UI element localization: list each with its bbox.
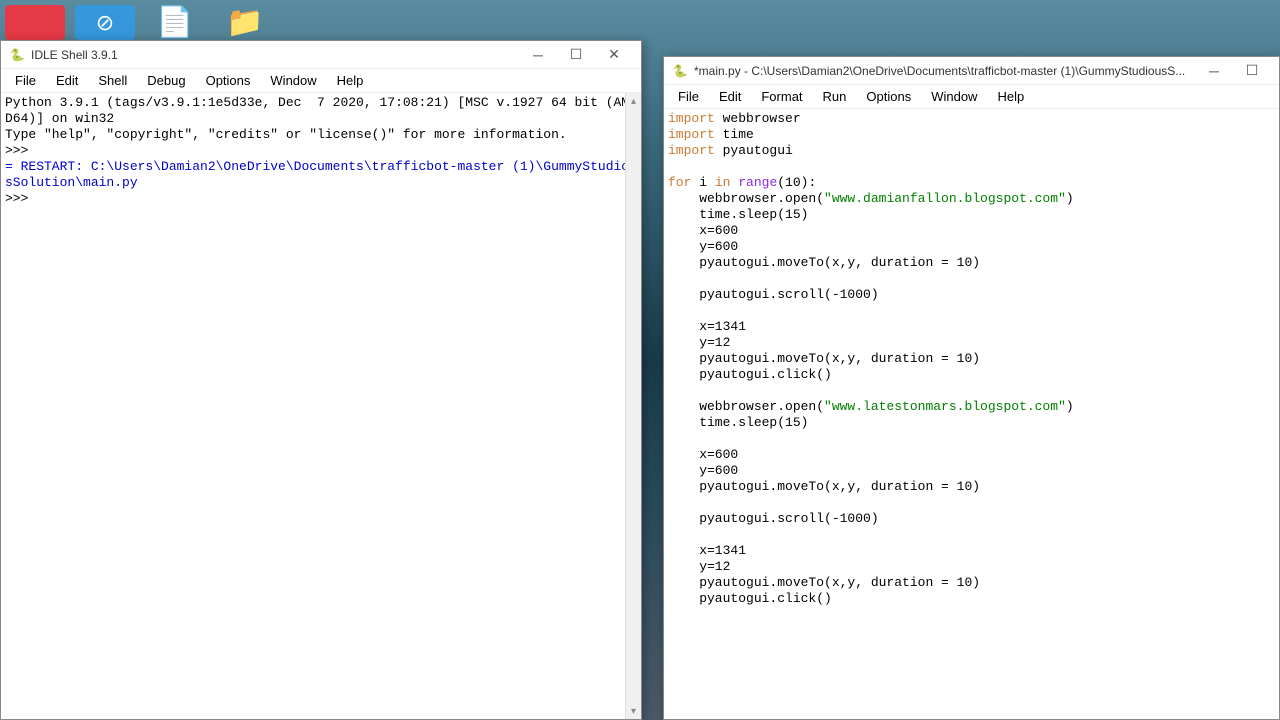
scroll-down-icon[interactable]: ▾ bbox=[626, 703, 641, 719]
shell-line: Python 3.9.1 (tags/v3.9.1:1e5d33e, Dec 7… bbox=[5, 95, 629, 110]
folder-icon[interactable]: 📁 bbox=[215, 5, 275, 40]
menu-file[interactable]: File bbox=[668, 86, 709, 107]
blue-app-icon[interactable] bbox=[75, 5, 135, 40]
maximize-button[interactable]: ☐ bbox=[557, 43, 595, 67]
shell-content[interactable]: Python 3.9.1 (tags/v3.9.1:1e5d33e, Dec 7… bbox=[1, 93, 641, 719]
file-icon[interactable]: 📄 bbox=[145, 5, 205, 40]
desktop-icons: 📄 📁 bbox=[0, 0, 280, 45]
menu-edit[interactable]: Edit bbox=[46, 70, 88, 91]
shell-titlebar[interactable]: 🐍 IDLE Shell 3.9.1 ─ ☐ ✕ bbox=[1, 41, 641, 69]
shell-prompt: >>> bbox=[5, 191, 36, 206]
editor-titlebar[interactable]: 🐍 *main.py - C:\Users\Damian2\OneDrive\D… bbox=[664, 57, 1279, 85]
menu-debug[interactable]: Debug bbox=[137, 70, 195, 91]
maximize-button[interactable]: ☐ bbox=[1233, 59, 1271, 83]
shell-window-controls: ─ ☐ ✕ bbox=[519, 43, 633, 67]
python-icon: 🐍 bbox=[9, 47, 25, 63]
menu-options[interactable]: Options bbox=[856, 86, 921, 107]
close-button[interactable]: ✕ bbox=[595, 43, 633, 67]
minimize-button[interactable]: ─ bbox=[1195, 59, 1233, 83]
menu-help[interactable]: Help bbox=[327, 70, 374, 91]
menu-help[interactable]: Help bbox=[987, 86, 1034, 107]
editor-window: 🐍 *main.py - C:\Users\Damian2\OneDrive\D… bbox=[663, 56, 1280, 720]
shell-line: D64)] on win32 bbox=[5, 111, 114, 126]
menu-window[interactable]: Window bbox=[260, 70, 326, 91]
editor-title: *main.py - C:\Users\Damian2\OneDrive\Doc… bbox=[694, 64, 1195, 78]
shell-restart-cont: sSolution\main.py bbox=[5, 175, 138, 190]
minimize-button[interactable]: ─ bbox=[519, 43, 557, 67]
shell-line: Type "help", "copyright", "credits" or "… bbox=[5, 127, 567, 142]
editor-menubar: File Edit Format Run Options Window Help bbox=[664, 85, 1279, 109]
menu-run[interactable]: Run bbox=[813, 86, 857, 107]
menu-options[interactable]: Options bbox=[196, 70, 261, 91]
menu-window[interactable]: Window bbox=[921, 86, 987, 107]
editor-content[interactable]: import webbrowser import time import pya… bbox=[664, 109, 1279, 719]
menu-format[interactable]: Format bbox=[751, 86, 812, 107]
idle-shell-window: 🐍 IDLE Shell 3.9.1 ─ ☐ ✕ File Edit Shell… bbox=[0, 40, 642, 720]
menu-shell[interactable]: Shell bbox=[88, 70, 137, 91]
editor-window-controls: ─ ☐ bbox=[1195, 59, 1271, 83]
red-app-icon[interactable] bbox=[5, 5, 65, 40]
python-file-icon: 🐍 bbox=[672, 63, 688, 79]
scroll-up-icon[interactable]: ▴ bbox=[626, 93, 641, 109]
menu-file[interactable]: File bbox=[5, 70, 46, 91]
shell-title: IDLE Shell 3.9.1 bbox=[31, 48, 519, 62]
shell-menubar: File Edit Shell Debug Options Window Hel… bbox=[1, 69, 641, 93]
shell-restart: = RESTART: C:\Users\Damian2\OneDrive\Doc… bbox=[5, 159, 629, 174]
shell-prompt: >>> bbox=[5, 143, 36, 158]
menu-edit[interactable]: Edit bbox=[709, 86, 751, 107]
shell-scrollbar[interactable]: ▴ ▾ bbox=[625, 93, 641, 719]
